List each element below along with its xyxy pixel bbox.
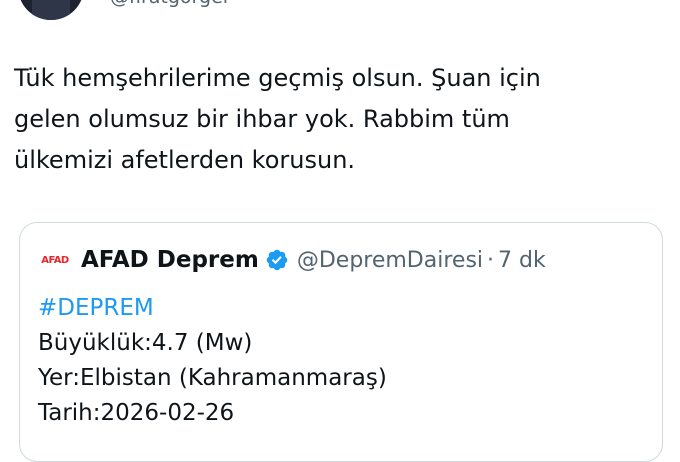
quoted-text-line: Büyüklük:4.7 (Mw) [38, 330, 253, 356]
quoted-text-line: Yer:Elbistan (Kahramanmaraş) [38, 365, 387, 391]
tweet-text-line: ülkemizi afetlerden korusun. [14, 146, 356, 174]
tweet-text-line: Tük hemşehrilerime geçmiş olsun. Şuan iç… [14, 64, 541, 92]
quoted-author-handle[interactable]: @DepremDairesi [297, 248, 483, 273]
quoted-text-line: Tarih:2026-02-26 [38, 400, 235, 426]
hashtag-link[interactable]: #DEPREM [38, 291, 387, 326]
tweet-text: Tük hemşehrilerime geçmiş olsun. Şuan iç… [14, 58, 654, 181]
header-separator: · [487, 247, 495, 273]
quoted-tweet-card[interactable]: AFAD AFAD Deprem @DepremDairesi · 7 dk #… [19, 222, 663, 462]
avatar[interactable] [18, 0, 84, 20]
verified-badge-icon [266, 249, 288, 271]
afad-logo-icon[interactable]: AFAD [38, 249, 72, 271]
quoted-tweet-header: AFAD AFAD Deprem @DepremDairesi · 7 dk [38, 247, 546, 273]
quoted-tweet-body: #DEPREM Büyüklük:4.7 (Mw) Yer:Elbistan (… [38, 291, 387, 431]
tweet-text-line: gelen olumsuz bir ihbar yok. Rabbim tüm [14, 105, 510, 133]
tweet-author-handle[interactable]: @firatgorgel [110, 0, 228, 8]
quoted-tweet-time[interactable]: 7 dk [498, 248, 546, 273]
quoted-author-name[interactable]: AFAD Deprem [81, 247, 259, 273]
